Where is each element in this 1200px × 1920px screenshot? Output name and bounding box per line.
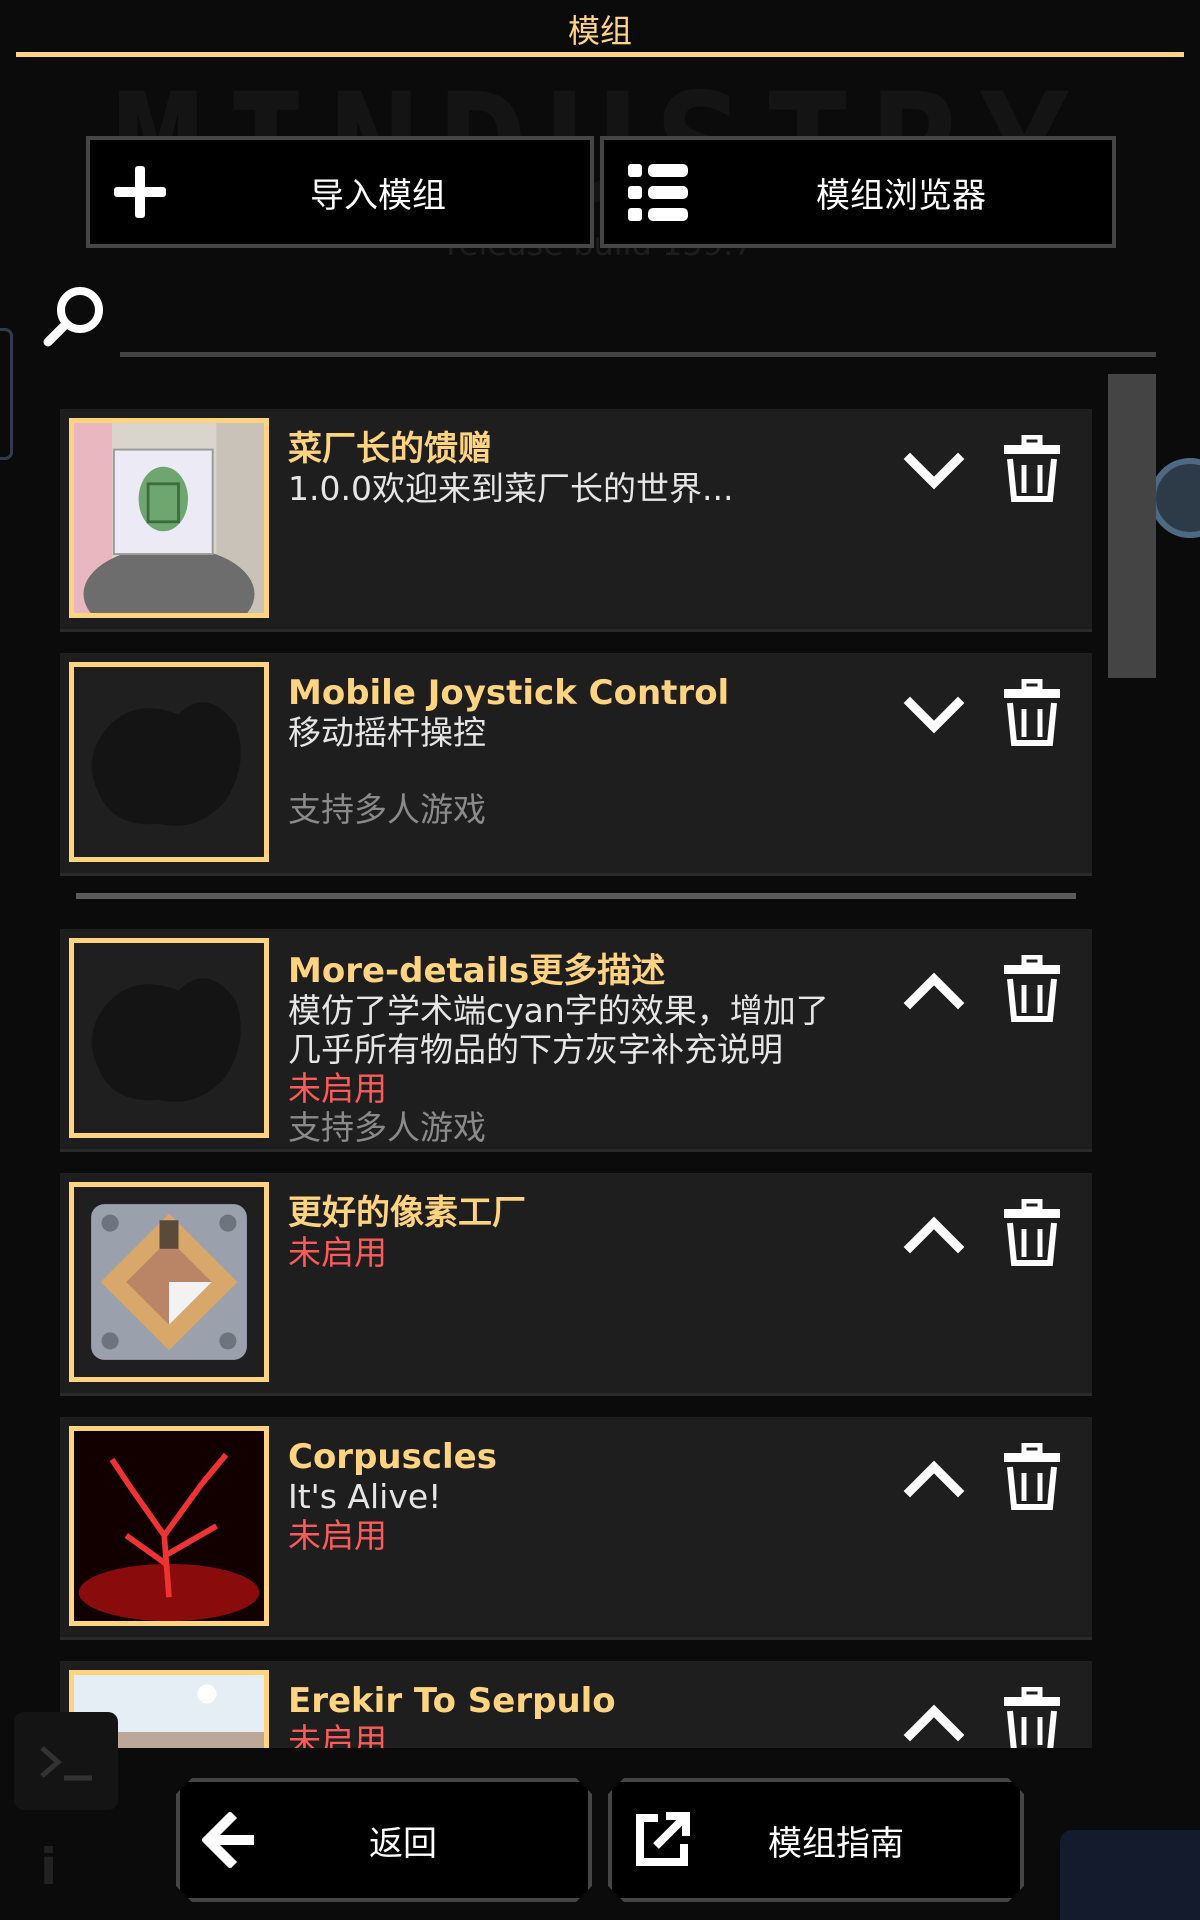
chevron-up-icon[interactable] [902, 1691, 966, 1755]
trash-icon[interactable] [1002, 1443, 1062, 1511]
mod-title: 更好的像素工厂 [288, 1193, 526, 1233]
discord-icon[interactable] [1060, 1830, 1200, 1920]
floating-k-icon[interactable] [1150, 458, 1200, 538]
mod-title: Erekir To Serpulo [288, 1681, 616, 1721]
external-link-icon [632, 1810, 692, 1870]
back-label: 返回 [369, 1823, 437, 1864]
search-input[interactable] [124, 288, 1148, 346]
info-icon[interactable]: i [40, 1838, 57, 1896]
chevron-up-icon[interactable] [902, 1447, 966, 1511]
mod-card[interactable]: Corpuscles It's Alive! 未启用 [60, 1417, 1092, 1640]
mod-status: 未启用 [288, 1069, 387, 1108]
mod-title: Corpuscles [288, 1437, 497, 1477]
mod-title: Mobile Joystick Control [288, 673, 730, 713]
list-icon [628, 164, 688, 221]
mod-description: 移动摇杆操控 [288, 713, 486, 752]
mod-multiplayer-note: 支持多人游戏 [288, 1108, 486, 1147]
chevron-up-icon[interactable] [902, 1203, 966, 1267]
trash-icon[interactable] [1002, 955, 1062, 1023]
mod-card[interactable]: Mobile Joystick Control 移动摇杆操控 支持多人游戏 [60, 653, 1092, 876]
mod-multiplayer-note: 支持多人游戏 [288, 790, 486, 829]
search-underline [120, 352, 1156, 357]
mod-thumbnail [69, 662, 269, 862]
mod-status: 未启用 [288, 1233, 387, 1272]
mod-guide-label: 模组指南 [768, 1823, 904, 1864]
mod-status: 未启用 [288, 1516, 387, 1555]
mod-description: 模仿了学术端cyan字的效果，增加了 [288, 991, 829, 1030]
import-mod-label: 导入模组 [310, 175, 446, 216]
mod-card[interactable]: 菜厂长的馈赠 1.0.0欢迎来到菜厂长的世界... [60, 409, 1092, 632]
mod-description: 几乎所有物品的下方灰字补充说明 [288, 1030, 783, 1069]
scrollbar[interactable] [1108, 374, 1156, 678]
section-divider [76, 893, 1076, 899]
chevron-down-icon[interactable] [902, 683, 966, 747]
search-icon [43, 287, 103, 347]
back-button[interactable]: 返回 [176, 1778, 592, 1902]
mod-description: 1.0.0欢迎来到菜厂长的世界... [288, 469, 734, 508]
import-mod-button[interactable]: 导入模组 [86, 136, 594, 248]
mod-title: 菜厂长的馈赠 [288, 429, 492, 469]
plus-icon [114, 166, 166, 218]
mod-card[interactable]: 更好的像素工厂 未启用 [60, 1173, 1092, 1396]
mod-thumbnail [69, 1182, 269, 1382]
left-edge-tab[interactable] [0, 328, 13, 460]
mod-title: More-details更多描述 [288, 951, 666, 991]
trash-icon[interactable] [1002, 435, 1062, 503]
trash-icon[interactable] [1002, 1687, 1062, 1755]
header-divider [16, 52, 1184, 57]
console-icon[interactable] [14, 1712, 118, 1810]
search-bar[interactable] [40, 276, 1160, 356]
mod-thumbnail [69, 1426, 269, 1626]
mod-browser-button[interactable]: 模组浏览器 [600, 136, 1116, 248]
mod-description: It's Alive! [288, 1477, 442, 1516]
mod-card[interactable]: More-details更多描述 模仿了学术端cyan字的效果，增加了 几乎所有… [60, 929, 1092, 1152]
chevron-down-icon[interactable] [902, 439, 966, 503]
trash-icon[interactable] [1002, 1199, 1062, 1267]
page-title: 模组 [567, 12, 632, 50]
mod-browser-label: 模组浏览器 [816, 175, 986, 216]
chevron-up-icon[interactable] [902, 959, 966, 1023]
mod-guide-button[interactable]: 模组指南 [608, 1778, 1024, 1902]
mod-thumbnail [69, 418, 269, 618]
arrow-left-icon [202, 1812, 258, 1868]
mod-thumbnail [69, 938, 269, 1138]
trash-icon[interactable] [1002, 679, 1062, 747]
